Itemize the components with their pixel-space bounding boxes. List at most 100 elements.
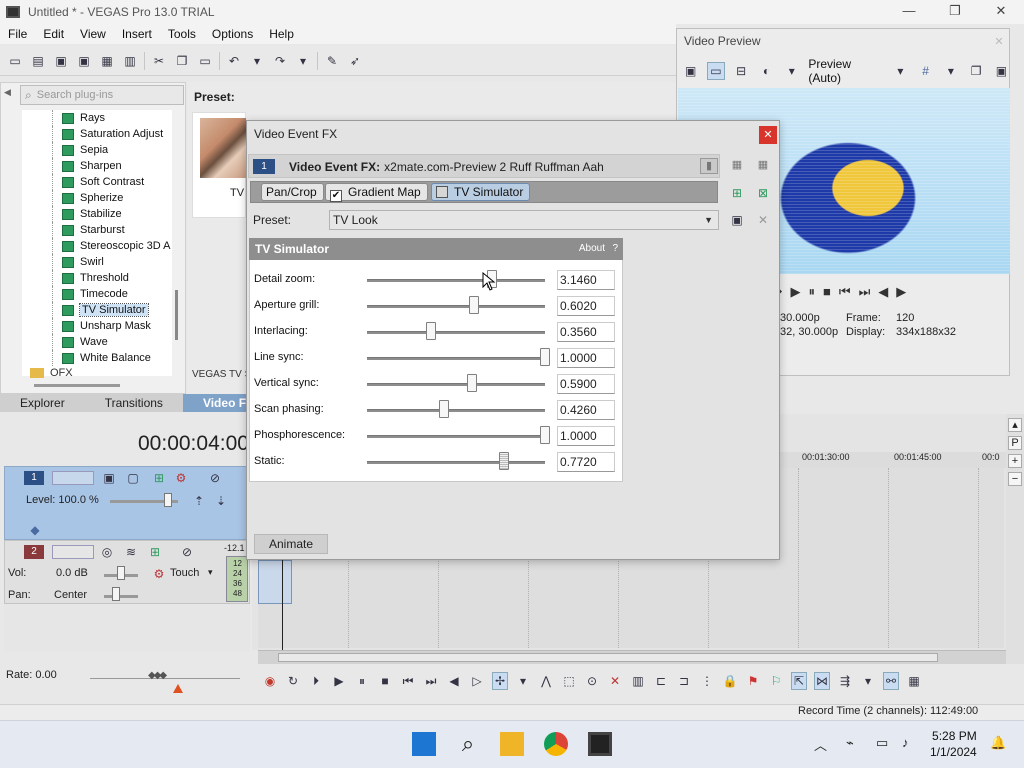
delete-icon[interactable]: ✕: [607, 672, 623, 690]
plugin-search-input[interactable]: ⌕ Search plug-ins: [20, 85, 184, 105]
insert-region-icon[interactable]: ⚐: [768, 672, 784, 690]
save-icon[interactable]: ▣: [52, 52, 70, 70]
automation-gear-icon[interactable]: ⚙: [150, 565, 168, 583]
slider-thumb[interactable]: [499, 452, 510, 470]
trim-icon[interactable]: ▥: [630, 672, 646, 690]
slider-thumb[interactable]: [540, 426, 550, 444]
preview-next-frame-icon[interactable]: ▶: [896, 284, 906, 300]
edit-tool-dropdown-icon[interactable]: ▾: [515, 672, 531, 690]
chrome-icon[interactable]: [544, 732, 568, 756]
new-icon[interactable]: ▭: [6, 52, 24, 70]
slider-thumb[interactable]: [438, 400, 449, 418]
rate-slider-thumb[interactable]: ◆◆◆: [148, 670, 167, 681]
track-name-field[interactable]: [52, 471, 94, 485]
param-value-input[interactable]: 0.6020: [557, 296, 615, 316]
param-value-input[interactable]: 0.3560: [557, 322, 615, 342]
add-plugin-icon[interactable]: ⊞: [728, 184, 746, 202]
overlays-dropdown-icon[interactable]: ▾: [783, 62, 800, 80]
render-icon[interactable]: ▦: [98, 52, 116, 70]
slider-track[interactable]: [367, 357, 545, 360]
slider-track[interactable]: [367, 331, 545, 334]
arm-record-icon[interactable]: ◎: [98, 543, 116, 561]
lock-icon[interactable]: 🔒: [722, 672, 738, 690]
plugin-item-selected[interactable]: TV Simulator: [22, 302, 172, 318]
plugin-item[interactable]: Sharpen: [22, 158, 172, 174]
plugin-item[interactable]: Rays: [22, 110, 172, 126]
copy-snapshot-icon[interactable]: ❐: [968, 62, 985, 80]
go-to-start-icon[interactable]: ⏮: [400, 672, 416, 690]
preview-quality-label[interactable]: Preview (Auto): [808, 57, 883, 85]
remove-plugin-icon[interactable]: ▦: [754, 158, 772, 174]
tray-chevron-icon[interactable]: ︿: [814, 735, 827, 754]
pan-slider-track[interactable]: [104, 595, 138, 598]
preview-quality-dropdown-icon[interactable]: ▾: [892, 62, 909, 80]
vegas-taskbar-icon[interactable]: [588, 732, 612, 756]
automation-dropdown-icon[interactable]: ▾: [208, 567, 213, 578]
preview-stop-icon[interactable]: ■: [823, 284, 831, 300]
param-value-input[interactable]: 1.0000: [557, 348, 615, 368]
menu-tools[interactable]: Tools: [160, 27, 204, 41]
enable-snapping-icon[interactable]: ⇱: [791, 672, 807, 690]
redo-icon[interactable]: ↷: [271, 52, 289, 70]
pan-slider-thumb[interactable]: [112, 587, 120, 601]
display-icon[interactable]: ▭: [876, 735, 888, 751]
checkbox-checked-icon[interactable]: ✔: [330, 190, 342, 202]
minimize-button[interactable]: —: [886, 0, 932, 22]
track-name-field[interactable]: [52, 545, 94, 559]
tab-transitions[interactable]: Transitions: [85, 394, 183, 412]
track-level-slider-thumb[interactable]: [164, 493, 172, 507]
parent-motion-icon[interactable]: ▢: [124, 469, 142, 487]
menu-file[interactable]: File: [0, 27, 35, 41]
slider-track[interactable]: [367, 305, 545, 308]
ignore-grouping-icon[interactable]: ▦: [906, 672, 922, 690]
plugin-item[interactable]: Timecode: [22, 286, 172, 302]
cut-icon[interactable]: ✂: [150, 52, 168, 70]
plugin-item[interactable]: Stereoscopic 3D A: [22, 238, 172, 254]
help-link[interactable]: ?: [612, 243, 618, 254]
menu-view[interactable]: View: [72, 27, 114, 41]
animate-button[interactable]: Animate: [254, 534, 328, 554]
search-icon[interactable]: ⌕: [456, 732, 480, 756]
undo-icon[interactable]: ↶: [225, 52, 243, 70]
param-value-input[interactable]: 1.0000: [557, 426, 615, 446]
slider-track[interactable]: [367, 461, 545, 464]
undo-dropdown-icon[interactable]: ▾: [248, 52, 266, 70]
remove-chain-plugin-icon[interactable]: ⊠: [754, 184, 772, 202]
collapse-arrow-icon[interactable]: ◀: [4, 87, 11, 98]
slider-thumb[interactable]: [467, 374, 478, 392]
menu-insert[interactable]: Insert: [114, 27, 160, 41]
play-icon[interactable]: ▶: [331, 672, 347, 690]
close-button[interactable]: ✕: [978, 0, 1024, 22]
preview-go-to-start-icon[interactable]: ⏮: [839, 284, 851, 300]
go-to-end-icon[interactable]: ⏭: [423, 672, 439, 690]
slider-track[interactable]: [367, 435, 545, 438]
normal-edit-tool-icon[interactable]: ✢: [492, 672, 508, 690]
track-motion-gear-icon[interactable]: ⚙: [172, 469, 190, 487]
mute-icon[interactable]: ⊘: [206, 469, 224, 487]
stop-icon[interactable]: ■: [377, 672, 393, 690]
preview-go-to-end-icon[interactable]: ⏭: [859, 284, 871, 300]
scrollbar-thumb[interactable]: [278, 653, 938, 662]
slider-thumb[interactable]: [426, 322, 437, 340]
about-link[interactable]: About: [579, 243, 605, 254]
delete-preset-icon[interactable]: ✕: [754, 211, 772, 229]
slider-track[interactable]: [367, 279, 545, 282]
notifications-bell-icon[interactable]: 🔔: [990, 735, 1006, 751]
vol-slider-thumb[interactable]: [117, 566, 125, 580]
slider-track[interactable]: [367, 409, 545, 412]
composite-mode-icon[interactable]: ▣: [100, 469, 118, 487]
preview-previous-frame-icon[interactable]: ◀: [878, 284, 888, 300]
play-from-start-icon[interactable]: ⏵: [308, 672, 324, 690]
param-value-input[interactable]: 0.7720: [557, 452, 615, 472]
chain-item-gradient-map[interactable]: ✔ Gradient Map: [325, 183, 428, 202]
menu-help[interactable]: Help: [261, 27, 302, 41]
open-folder-icon[interactable]: ▤: [29, 52, 47, 70]
network-icon[interactable]: ⌁: [846, 735, 854, 751]
grid-overlay-icon[interactable]: #: [917, 62, 934, 80]
invert-phase-icon[interactable]: ≋: [122, 543, 140, 561]
loop-icon[interactable]: ↻: [285, 672, 301, 690]
record-icon[interactable]: ◉: [262, 672, 278, 690]
plugin-item[interactable]: Swirl: [22, 254, 172, 270]
previous-frame-icon[interactable]: ◀: [446, 672, 462, 690]
plugin-item[interactable]: Soft Contrast: [22, 174, 172, 190]
